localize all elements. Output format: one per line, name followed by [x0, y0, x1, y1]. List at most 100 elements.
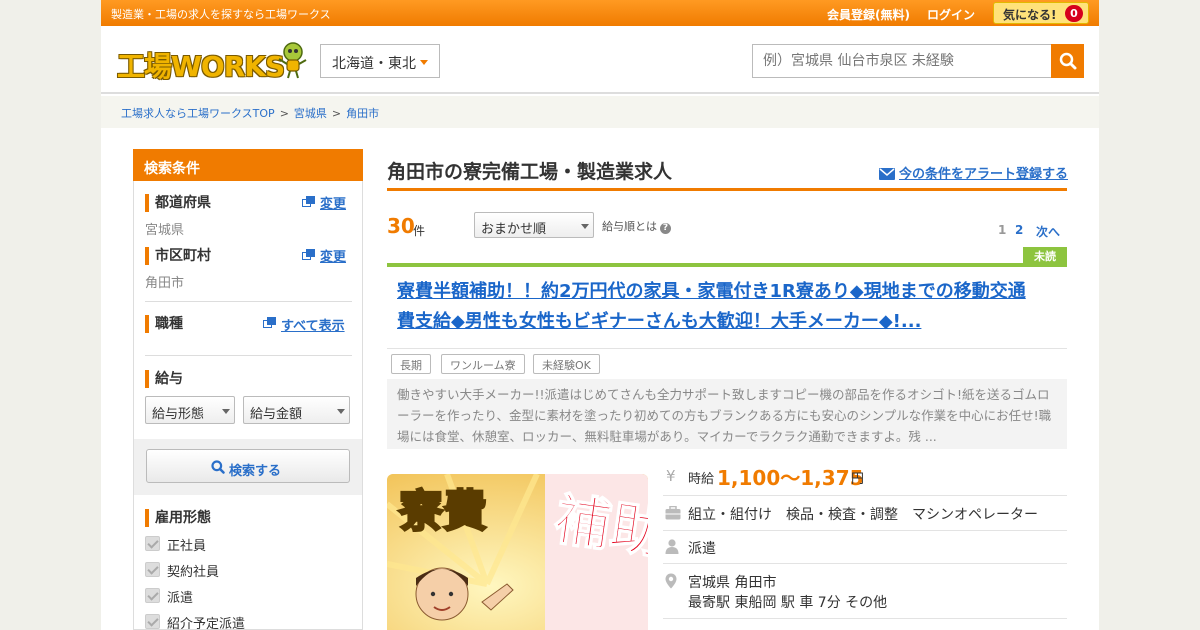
job-type-heading: 職種 [145, 315, 183, 333]
job-image[interactable]: 寮費 補助 [387, 474, 648, 630]
divider [145, 355, 352, 356]
region-selector[interactable]: 北海道・東北 [320, 44, 440, 78]
person-icon [665, 539, 679, 554]
sort-select[interactable]: おまかせ順 [474, 212, 594, 238]
title-underline [387, 188, 1067, 191]
site-logo[interactable]: 工場WORKS [115, 40, 315, 83]
popup-window-icon [302, 249, 315, 260]
help-icon: ? [660, 223, 671, 234]
sidebar-search-button[interactable]: 検索する [146, 449, 350, 483]
city-change-link[interactable]: 変更 [320, 246, 346, 265]
mascot-icon [278, 42, 307, 79]
checkbox[interactable] [145, 614, 160, 629]
divider [663, 618, 1067, 619]
city-value: 角田市 [145, 276, 185, 291]
panel-title: 検索条件 [144, 161, 200, 177]
logo-text: 工場WORKS [117, 50, 285, 83]
divider [387, 348, 1067, 349]
signup-link[interactable]: 会員登録(無料) [827, 6, 910, 23]
checkbox-label: 正社員 [167, 539, 207, 554]
popup-window-icon [263, 317, 276, 328]
page-title: 角田市の寮完備工場・製造業求人 [387, 161, 673, 183]
alert-register-link[interactable]: 今の条件をアラート登録する [879, 163, 1068, 182]
job-categories: 組立・組付け 検品・検査・調整 マシンオペレーター [688, 507, 1038, 523]
salary-heading: 給与 [145, 370, 183, 388]
alert-register-label: 今の条件をアラート登録する [899, 167, 1069, 182]
salary-type-select[interactable]: 給与形態 [145, 396, 235, 424]
search-button[interactable] [1051, 44, 1084, 78]
chevron-down-icon [222, 409, 230, 414]
divider [145, 301, 352, 302]
employment-heading: 雇用形態 [145, 509, 211, 527]
pager-page-1: 1 [998, 223, 1007, 237]
breadcrumb-item-top[interactable]: 工場求人なら工場ワークスTOP [121, 107, 275, 120]
result-count: 30 [387, 214, 415, 238]
favorites-count-badge: 0 [1065, 5, 1083, 22]
search-button-area: 検索する [134, 439, 362, 495]
prefecture-value: 宮城県 [145, 223, 185, 238]
checkbox-label: 派遣 [167, 591, 194, 606]
nearest-station: 最寄駅 東船岡 駅 車 7分 その他 [688, 595, 888, 611]
top-bar: 製造業・工場の求人を探すなら工場ワークス 会員登録(無料) ログイン 気になる!… [101, 0, 1099, 26]
popup-window-icon [302, 196, 315, 207]
search-icon [1059, 52, 1077, 70]
location: 宮城県 角田市 [688, 575, 777, 591]
breadcrumb: 工場求人なら工場ワークスTOP > 宮城県 > 角田市 [121, 105, 379, 121]
tag-one-room-dorm: ワンルーム寮 [441, 354, 525, 374]
salary-amount-label: 給与金額 [250, 407, 303, 422]
favorites-button[interactable]: 気になる! 0 [993, 2, 1089, 24]
favorites-label: 気になる! [1003, 8, 1057, 22]
panel-header: 検索条件 [133, 149, 363, 181]
svg-text:¥: ¥ [666, 468, 676, 484]
tag-no-experience: 未経験OK [533, 354, 600, 374]
location-pin-icon [665, 573, 677, 589]
chevron-down-icon [581, 224, 589, 229]
search-conditions-panel: 検索条件 都道府県 変更 宮城県 市区町村 変更 角田市 職種 すべて表示 給与… [133, 149, 363, 630]
chevron-down-icon [337, 409, 345, 414]
prefecture-heading: 都道府県 [145, 194, 211, 212]
image-caption-dorm-fee: 寮費 [398, 486, 487, 537]
pager-page-2[interactable]: 2 [1015, 223, 1023, 237]
header: 工場WORKS 北海道・東北 [101, 26, 1099, 94]
tag-long-term: 長期 [391, 354, 431, 374]
breadcrumb-item-city[interactable]: 角田市 [346, 107, 379, 120]
breadcrumb-separator: > [331, 107, 342, 120]
salary-type-label: 給与形態 [152, 407, 205, 422]
prefecture-change-link[interactable]: 変更 [320, 193, 346, 212]
employment-type: 派遣 [688, 541, 716, 557]
mail-icon [879, 168, 895, 180]
search-icon [211, 460, 225, 474]
page: 製造業・工場の求人を探すなら工場ワークス 会員登録(無料) ログイン 気になる!… [101, 0, 1099, 630]
salary-value: 1,100～1,375 [717, 466, 864, 490]
checkbox[interactable] [145, 588, 160, 603]
checkbox-label: 契約社員 [167, 565, 220, 580]
result-count-unit: 件 [413, 224, 426, 238]
job-illustration: 寮費 補助 [387, 474, 648, 630]
job-description: 働きやすい大手メーカー!!派遣はじめてさんも全力サポート致しますコピー機の部品を… [387, 379, 1067, 449]
search-input[interactable] [752, 44, 1052, 78]
pager-next[interactable]: 次へ [1036, 223, 1060, 240]
breadcrumb-item-prefecture[interactable]: 宮城県 [294, 107, 327, 120]
site-tagline: 製造業・工場の求人を探すなら工場ワークス [111, 8, 331, 21]
divider [663, 563, 1067, 564]
salary-unit: 円 [851, 472, 865, 487]
breadcrumb-bar: 工場求人なら工場ワークスTOP > 宮城県 > 角田市 [101, 96, 1099, 128]
briefcase-icon [665, 506, 681, 520]
checkbox[interactable] [145, 562, 160, 577]
pay-order-label: 給与順とは [602, 220, 657, 233]
yen-icon: ¥ [666, 468, 676, 484]
checkbox[interactable] [145, 536, 160, 551]
job-title-link[interactable]: 寮費半額補助！！約2万円代の家具・家電付き1R寮あり◆現地までの移動交通費支給◆… [397, 277, 1037, 337]
checkbox-label: 紹介予定派遣 [167, 617, 246, 630]
job-type-show-all-link[interactable]: すべて表示 [281, 315, 345, 334]
pay-order-help[interactable]: 給与順とは? [602, 218, 671, 234]
salary-type: 時給 [688, 472, 715, 487]
region-label: 北海道・東北 [332, 56, 416, 72]
breadcrumb-separator: > [279, 107, 289, 120]
salary-amount-select[interactable]: 給与金額 [243, 396, 350, 424]
divider [663, 495, 1067, 496]
login-link[interactable]: ログイン [927, 6, 975, 23]
sidebar-search-label: 検索する [229, 464, 282, 479]
divider [663, 530, 1067, 531]
city-heading: 市区町村 [145, 247, 211, 265]
